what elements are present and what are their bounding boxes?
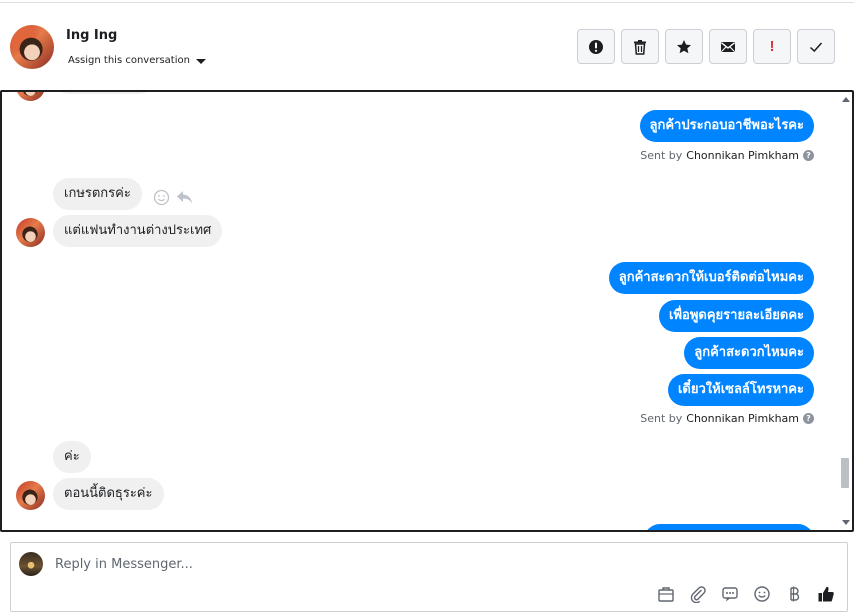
scroll-up-arrow-icon[interactable] xyxy=(842,97,850,102)
message-bubble-incoming[interactable]: เกษรตกรค่ะ xyxy=(53,178,142,210)
sent-by-label: Sent by Chonnikan Pimkham ? xyxy=(640,412,814,425)
star-icon xyxy=(677,39,691,53)
mark-done-button[interactable] xyxy=(797,29,835,64)
payment-icon[interactable] xyxy=(785,585,803,603)
sent-by-label: Sent by Chonnikan Pimkham ? xyxy=(640,149,814,162)
message-thread[interactable]: ลูกค้าประกอบอาชีพอะไรคะ Sent by Chonnika… xyxy=(0,90,854,532)
contact-avatar-small xyxy=(16,481,45,510)
sent-by-name: Chonnikan Pimkham xyxy=(686,149,799,162)
reply-input[interactable]: Reply in Messenger... xyxy=(55,557,193,572)
sent-by-prefix: Sent by xyxy=(640,149,683,162)
like-thumb-icon[interactable] xyxy=(817,585,835,603)
alert-circle-icon xyxy=(589,39,603,54)
contact-avatar-small xyxy=(16,218,45,247)
assign-label: Assign this conversation xyxy=(68,55,190,66)
composer-tools xyxy=(657,585,835,603)
message-bubble-incoming[interactable]: ตอนนี้ติดธุระค่ะ xyxy=(53,478,164,510)
mark-unread-button[interactable] xyxy=(709,29,747,64)
mail-icon xyxy=(721,41,735,52)
mark-spam-button[interactable] xyxy=(577,29,615,64)
conversation-toolbar: ! xyxy=(577,29,835,64)
help-icon[interactable]: ? xyxy=(803,150,814,161)
follow-up-button[interactable]: ! xyxy=(753,29,791,64)
check-icon xyxy=(809,41,823,52)
scroll-down-arrow-icon[interactable] xyxy=(842,520,850,525)
contact-name[interactable]: Ing Ing xyxy=(66,28,117,43)
message-bubble-partial xyxy=(53,92,155,94)
message-actions xyxy=(153,189,193,206)
message-bubble-outgoing[interactable]: เพื่อพูดคุยรายละเอียดคะ xyxy=(659,300,814,332)
star-button[interactable] xyxy=(665,29,703,64)
emoji-icon[interactable] xyxy=(753,585,771,603)
attachment-icon[interactable] xyxy=(689,585,707,603)
saved-reply-icon[interactable] xyxy=(657,585,675,603)
message-bubble-partial xyxy=(644,524,814,530)
exclamation-icon: ! xyxy=(769,38,775,55)
message-bubble-outgoing[interactable]: ลูกค้าประกอบอาชีพอะไรคะ xyxy=(639,110,814,142)
reply-arrow-icon[interactable] xyxy=(176,190,193,205)
sent-by-prefix: Sent by xyxy=(640,412,683,425)
contact-avatar[interactable] xyxy=(10,25,54,69)
react-smiley-icon[interactable] xyxy=(153,189,170,206)
message-bubble-outgoing[interactable]: เดี๋ยวให้เซลล์โทรหาคะ xyxy=(667,374,814,406)
message-bubble-incoming[interactable]: ค่ะ xyxy=(53,441,91,473)
assign-conversation-dropdown[interactable]: Assign this conversation xyxy=(68,55,206,66)
trash-icon xyxy=(634,39,646,55)
message-bubble-incoming[interactable]: แต่แฟนทำงานต่างประเทศ xyxy=(53,215,223,247)
sent-by-name: Chonnikan Pimkham xyxy=(686,412,799,425)
message-bubble-outgoing[interactable]: ลูกค้าสะดวกไหมคะ xyxy=(684,337,814,369)
message-template-icon[interactable] xyxy=(721,585,739,603)
caret-down-icon xyxy=(195,58,206,64)
scrollbar[interactable] xyxy=(839,92,852,530)
conversation-header: Ing Ing Assign this conversation ! xyxy=(0,3,854,89)
message-bubble-outgoing[interactable]: ลูกค้าสะดวกให้เบอร์ติดต่อไหมคะ xyxy=(608,262,814,294)
reply-composer[interactable]: Reply in Messenger... xyxy=(10,542,848,612)
scrollbar-thumb[interactable] xyxy=(841,458,849,488)
page-avatar xyxy=(19,552,43,576)
delete-button[interactable] xyxy=(621,29,659,64)
help-icon[interactable]: ? xyxy=(803,413,814,424)
contact-avatar-small xyxy=(16,92,45,101)
